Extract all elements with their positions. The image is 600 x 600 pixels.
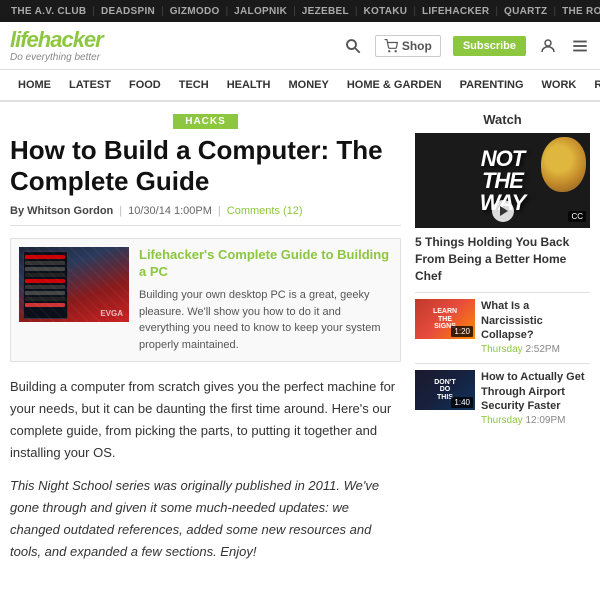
site-header: lifehacker Do everything better Shop Sub… — [0, 22, 600, 70]
top-nav-item-kotaku[interactable]: KOTAKU — [358, 6, 412, 17]
nav-parenting[interactable]: PARENTING — [452, 69, 532, 101]
top-nav-item-jalopnik[interactable]: JALOPNIK — [229, 6, 292, 17]
nav-food[interactable]: FOOD — [121, 69, 169, 101]
top-nav-item-avclub[interactable]: THE A.V. CLUB — [6, 6, 91, 17]
top-nav-item-theroot[interactable]: THE ROOT — [557, 6, 600, 17]
duration-badge-2: 1:20 — [451, 326, 473, 337]
article-title: How to Build a Computer: The Complete Gu… — [10, 135, 401, 197]
nav-work[interactable]: WORK — [534, 69, 585, 101]
video-meta-3: Thursday 12:09PM — [481, 415, 590, 426]
video-meta-2: Thursday 2:52PM — [481, 344, 590, 355]
top-nav-item-lifehacker[interactable]: LIFEHACKER — [417, 6, 494, 17]
site-tagline: Do everything better — [10, 52, 103, 63]
video-item-2[interactable]: LEARN THE SIGNS 1:20 What Is a Narcissis… — [415, 299, 590, 355]
article-meta: By Whitson Gordon | 10/30/14 1:00PM | Co… — [10, 205, 401, 226]
sidebar: Watch NOT THE WAY CC 5 Things Holding Yo… — [415, 112, 590, 573]
divider — [415, 292, 590, 293]
video-title-3[interactable]: How to Actually Get Through Airport Secu… — [481, 370, 590, 413]
top-nav-item-gizmodo[interactable]: GIZMODO — [165, 6, 225, 17]
nav-tech[interactable]: TECH — [171, 69, 217, 101]
video-thumb-large[interactable]: NOT THE WAY CC — [415, 133, 590, 228]
header-actions: Shop Subscribe — [343, 35, 590, 57]
shop-button[interactable]: Shop — [375, 35, 441, 57]
nav-relationships[interactable]: RELATIONSHIPS — [586, 69, 600, 101]
logo-area: lifehacker Do everything better — [10, 29, 103, 63]
article-body: Building a computer from scratch gives y… — [10, 376, 401, 563]
video-background-1: NOT THE WAY CC — [415, 133, 590, 228]
video-thumb-3: DON'T DO THIS 1:40 — [415, 370, 475, 410]
video-title-2[interactable]: What Is a Narcissistic Collapse? — [481, 299, 590, 342]
top-nav-item-jezebel[interactable]: JEZEBEL — [297, 6, 354, 17]
nav-health[interactable]: HEALTH — [219, 69, 279, 101]
article-para-2: This Night School series was originally … — [10, 475, 401, 563]
watch-label: Watch — [415, 112, 590, 127]
content-wrapper: HACKS How to Build a Computer: The Compl… — [0, 102, 600, 583]
nav-latest[interactable]: LATEST — [61, 69, 119, 101]
subscribe-button[interactable]: Subscribe — [453, 36, 526, 56]
nav-money[interactable]: MONEY — [281, 69, 337, 101]
nav-home-garden[interactable]: HOME & GARDEN — [339, 69, 450, 101]
hacks-badge[interactable]: HACKS — [173, 114, 238, 129]
duration-badge-3: 1:40 — [451, 397, 473, 408]
video-info-2: What Is a Narcissistic Collapse? Thursda… — [481, 299, 590, 355]
top-nav-item-quartz[interactable]: QUARTZ — [499, 6, 552, 17]
play-button[interactable] — [492, 200, 514, 222]
video-item-3[interactable]: DON'T DO THIS 1:40 How to Actually Get T… — [415, 370, 590, 426]
featured-text: Lifehacker's Complete Guide to Building … — [139, 247, 392, 353]
hacks-tag: HACKS — [10, 112, 401, 127]
featured-title[interactable]: Lifehacker's Complete Guide to Building … — [139, 247, 392, 281]
cc-badge: CC — [568, 211, 586, 222]
divider-2 — [415, 363, 590, 364]
article-author: By Whitson Gordon — [10, 205, 113, 217]
featured-box: EVGA Lifehacker's Complete Guide to Buil… — [10, 238, 401, 362]
top-nav-item-deadspin[interactable]: DEADSPIN — [96, 6, 160, 17]
article-comments-link[interactable]: Comments (12) — [227, 205, 303, 217]
bagel-image — [541, 137, 586, 192]
video-info-3: How to Actually Get Through Airport Secu… — [481, 370, 590, 426]
large-video-title[interactable]: 5 Things Holding You Back From Being a B… — [415, 234, 590, 284]
site-logo[interactable]: lifehacker — [10, 29, 103, 51]
featured-body: Building your own desktop PC is a great,… — [139, 287, 392, 353]
user-icon[interactable] — [538, 36, 558, 56]
main-content: HACKS How to Build a Computer: The Compl… — [10, 112, 401, 573]
article-date: 10/30/14 1:00PM — [128, 205, 212, 217]
video-thumb-2: LEARN THE SIGNS 1:20 — [415, 299, 475, 339]
top-navigation: THE A.V. CLUB | DEADSPIN | GIZMODO | JAL… — [0, 0, 600, 22]
article-para-1: Building a computer from scratch gives y… — [10, 376, 401, 464]
nav-home[interactable]: HOME — [10, 69, 59, 101]
main-navigation: HOME LATEST FOOD TECH HEALTH MONEY HOME … — [0, 70, 600, 102]
search-icon[interactable] — [343, 36, 363, 56]
featured-image: EVGA — [19, 247, 129, 322]
menu-icon[interactable] — [570, 36, 590, 56]
